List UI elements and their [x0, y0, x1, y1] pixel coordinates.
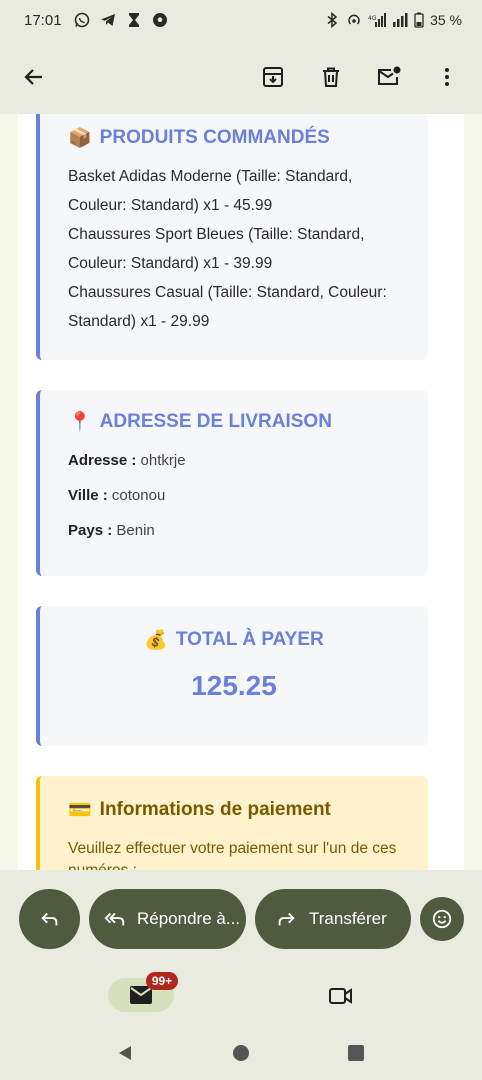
products-title: 📦 PRODUITS COMMANDÉS [68, 126, 330, 150]
archive-icon [263, 67, 283, 87]
bottom-navigation: 99+ [0, 968, 482, 1028]
city-row: Ville : cotonou [68, 487, 165, 504]
city-value: cotonou [111, 487, 166, 504]
soccer-icon [152, 13, 167, 27]
arrow-back-icon [24, 69, 42, 85]
whatsapp-icon [74, 12, 89, 28]
telegram-icon [100, 14, 115, 26]
emoji-icon [432, 909, 452, 929]
address-title-text: ADRESSE DE LIVRAISON [99, 411, 332, 432]
notification-icons [74, 12, 168, 28]
svg-text:4G: 4G [368, 15, 377, 22]
square-recents-icon [348, 1045, 364, 1061]
battery-icon [414, 12, 424, 28]
video-camera-icon [329, 988, 352, 1004]
delete-button[interactable] [316, 62, 346, 92]
signal-icon [393, 13, 408, 27]
country-row: Pays : Benin [68, 522, 155, 539]
mark-unread-button[interactable] [374, 62, 404, 92]
reply-all-icon [104, 912, 125, 926]
reply-icon [40, 912, 57, 926]
system-icons: 4G 35 % [324, 12, 462, 28]
payment-title-text: Informations de paiement [99, 799, 331, 820]
credit-card-icon: 💳 [68, 800, 92, 821]
signal-4g-icon: 4G [368, 13, 387, 27]
system-navigation [0, 1028, 482, 1080]
back-button[interactable] [16, 59, 52, 95]
system-home-button[interactable] [230, 1042, 252, 1064]
reply-all-label: Répondre à... [137, 909, 241, 928]
hotspot-icon [348, 14, 360, 25]
forward-label: Transférer [309, 909, 387, 928]
list-item: Chaussures Casual (Taille: Standard, Cou… [68, 284, 387, 330]
money-bag-icon: 💰 [144, 630, 168, 651]
total-amount: 125.25 [191, 670, 277, 701]
total-section: 💰 TOTAL À PAYER 125.25 [36, 606, 428, 746]
products-title-text: PRODUITS COMMANDÉS [99, 127, 330, 148]
address-row: Adresse : ohtkrje [68, 452, 186, 469]
products-list: Basket Adidas Moderne (Taille: Standard,… [68, 162, 408, 336]
status-bar: 17:01 4G 35 % [0, 0, 482, 40]
payment-title: 💳 Informations de paiement [68, 798, 331, 822]
pin-icon: 📍 [68, 412, 92, 433]
package-icon: 📦 [68, 128, 92, 149]
address-section: 📍 ADRESSE DE LIVRAISON Adresse : ohtkrje… [36, 390, 428, 576]
circle-home-icon [233, 1045, 249, 1061]
app-bar [0, 40, 482, 114]
total-title: 💰 TOTAL À PAYER [40, 628, 428, 652]
emoji-reaction-button[interactable] [420, 897, 464, 941]
total-title-text: TOTAL À PAYER [175, 629, 324, 650]
reply-all-button[interactable]: Répondre à... [89, 889, 246, 949]
hourglass-icon [128, 13, 139, 27]
system-recents-button[interactable] [345, 1042, 367, 1064]
status-time: 17:01 [24, 11, 62, 29]
archive-button[interactable] [258, 62, 288, 92]
reply-action-bar: Répondre à... Transférer [0, 870, 482, 968]
forward-icon [278, 912, 295, 926]
address-title: 📍 ADRESSE DE LIVRAISON [68, 410, 332, 434]
forward-button[interactable]: Transférer [255, 889, 411, 949]
triangle-back-icon [119, 1046, 131, 1060]
bluetooth-icon [327, 12, 338, 28]
unread-count-badge: 99+ [146, 972, 178, 990]
mark-unread-icon [378, 66, 401, 85]
country-label: Pays : [68, 522, 113, 539]
products-section: 📦 PRODUITS COMMANDÉS Basket Adidas Moder… [36, 114, 428, 360]
city-label: Ville : [68, 487, 108, 504]
app-bar-actions [258, 62, 466, 92]
more-options-button[interactable] [432, 62, 462, 92]
system-back-button[interactable] [114, 1042, 136, 1064]
address-value: ohtkrje [140, 452, 186, 469]
battery-percent: 35 % [430, 12, 462, 28]
delete-icon [323, 67, 339, 87]
nav-meet[interactable] [324, 982, 358, 1010]
address-label: Adresse : [68, 452, 137, 469]
list-item: Basket Adidas Moderne (Taille: Standard,… [68, 168, 353, 214]
more-vert-icon [445, 68, 449, 86]
reply-button[interactable] [19, 889, 80, 949]
country-value: Benin [116, 522, 155, 539]
list-item: Chaussures Sport Bleues (Taille: Standar… [68, 226, 365, 272]
